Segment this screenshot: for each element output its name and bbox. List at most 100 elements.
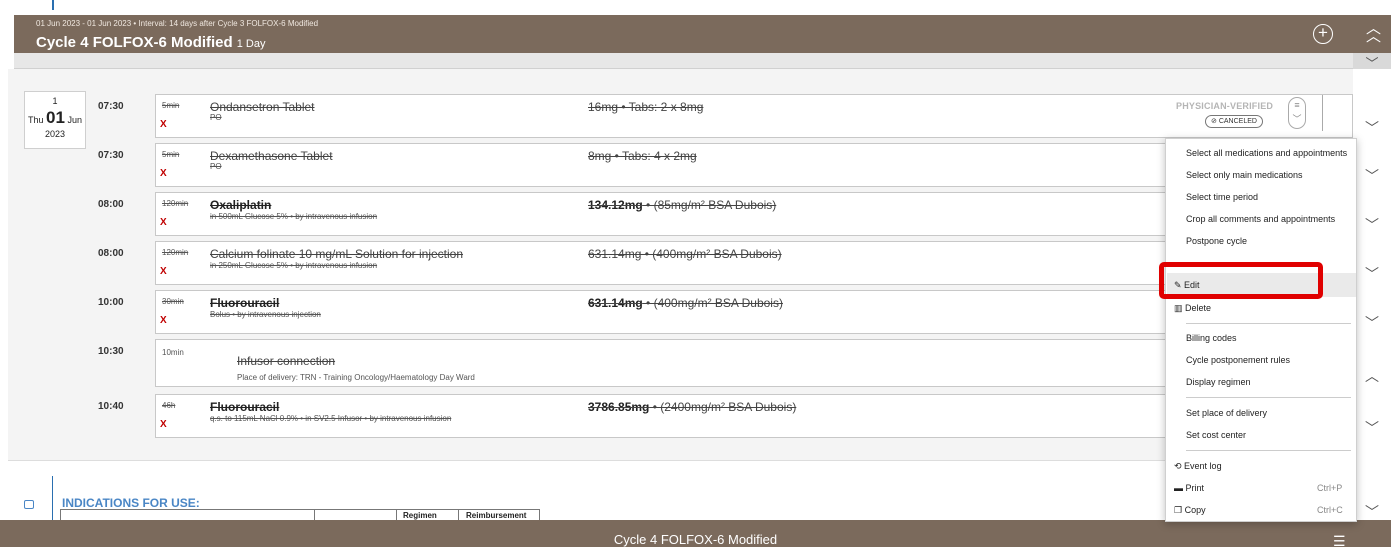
medication-route: in 500mL Glucose 5% • by intravenous inf… [210,212,378,221]
row-duration: 30min [162,297,184,306]
row-duration: 46h [162,401,176,410]
menu-item-copy[interactable]: ❐ Copy Ctrl+C [1174,505,1343,516]
add-icon[interactable]: + [1313,24,1333,44]
day-date: Thu 01 Jun [28,108,82,127]
place-of-delivery: Place of delivery: TRN - Training Oncolo… [237,373,475,382]
medication-dose: 631.14mg • (400mg/m² BSA Dubois) [588,296,783,310]
day-year: 2023 [44,129,66,139]
cycle-subtitle: 01 Jun 2023 - 01 Jun 2023 • Interval: 14… [36,19,319,28]
medication-dose: 8mg • Tabs: 4 x 2mg [588,149,697,163]
document-icon[interactable]: ≡ ﹀ [1288,97,1306,129]
menu-divider [1186,397,1351,398]
medication-name: Fluorouracil [210,296,280,310]
print-shortcut: Ctrl+P [1317,483,1343,493]
chevron-down-icon[interactable]: ﹀ [1353,313,1391,333]
cycle-subheader [14,53,1353,69]
chevron-down-icon[interactable]: ﹀ [1353,118,1391,138]
expand-day-button[interactable]: ﹀ [1353,53,1391,71]
list-menu-icon[interactable]: ☰ [1333,533,1346,547]
menu-item-crop-comments[interactable]: Crop all comments and appointments [1186,214,1335,224]
chevron-down-icon[interactable]: ﹀ [1353,215,1391,235]
medication-route: in 250mL Glucose 5% • by intravenous inf… [210,261,378,270]
menu-item-set-place[interactable]: Set place of delivery [1186,408,1267,418]
menu-item-select-all[interactable]: Select all medications and appointments [1186,148,1347,158]
table-header-regimen: Regimen [403,511,437,520]
row-duration: 5min [162,150,180,159]
footer-title: Cycle 4 FOLFOX-6 Modified [613,532,778,547]
menu-item-postponement-rules[interactable]: Cycle postponement rules [1186,355,1290,365]
chevron-down-icon[interactable]: ﹀ [1353,166,1391,186]
physician-verified-label: PHYSICIAN-VERIFIED [1176,101,1274,111]
medication-name: Calcium folinate 10 mg/mL Solution for i… [210,247,464,261]
canceled-mark: X [160,266,167,277]
menu-divider [1186,450,1351,451]
copy-shortcut: Ctrl+C [1317,505,1343,515]
row-duration: 120min [162,199,189,208]
chevron-down-icon[interactable]: ﹀ [1353,264,1391,284]
medication-name: Dexamethasone Tablet [210,149,333,163]
row-time: 08:00 [98,199,124,210]
canceled-mark: X [160,168,167,179]
timeline-line [52,476,53,520]
canceled-mark: X [160,315,167,326]
menu-item-postpone-cycle[interactable]: Postpone cycle [1186,236,1247,246]
medication-dose: 134.12mg • (85mg/m² BSA Dubois) [588,198,777,212]
highlight-annotation [1159,262,1323,299]
row-duration: 120min [162,248,189,257]
medication-name: Ondansetron Tablet [210,100,315,114]
divider [1322,95,1323,131]
row-time: 10:30 [98,346,124,357]
event-log-icon: ⟲ [1174,461,1185,471]
medication-dose: 631.14mg • (400mg/m² BSA Dubois) [588,247,782,261]
row-duration: 5min [162,101,180,110]
row-time: 08:00 [98,248,124,259]
day-number: 1 [52,96,58,106]
cycle-days: 1 Day [236,38,266,50]
table-header-reimbursement: Reimbursement [466,511,527,520]
context-menu: Select all medications and appointments … [1165,138,1357,522]
canceled-badge: ⊘ CANCELED [1205,115,1263,128]
medication-route: q.s. to 115mL NaCl 0.9% • in SV2.5 Infus… [210,414,452,423]
medication-name: Oxaliplatin [210,198,272,212]
indications-label: INDICATIONS FOR USE: [62,496,200,510]
chevron-up-icon[interactable]: ︿ [1353,366,1391,386]
timeline-marker [52,0,54,10]
day-date-box: 1 Thu 01 Jun 2023 [24,91,86,149]
medication-dose: 3786.85mg • (2400mg/m² BSA Dubois) [588,400,797,414]
cycle-header[interactable]: 01 Jun 2023 - 01 Jun 2023 • Interval: 14… [14,15,1353,53]
comment-icon [24,500,34,509]
canceled-mark: X [160,217,167,228]
double-chevron-up-icon[interactable]: ︿ ︿ [1366,21,1381,44]
menu-item-delete[interactable]: ▥ Delete [1174,303,1211,314]
cycle-title: Cycle 4 FOLFOX-6 Modified 1 Day [36,34,266,51]
indications-table: Regimen Reimbursement [60,509,540,521]
chevron-down-icon[interactable]: ﹀ [1353,502,1391,522]
medication-dose: 16mg • Tabs: 2 x 8mg [588,100,704,114]
menu-item-print[interactable]: ▬ Print Ctrl+P [1174,483,1342,493]
row-duration: 10min [162,348,184,357]
menu-item-event-log[interactable]: ⟲ Event log [1174,461,1222,472]
printer-icon: ▬ [1174,483,1186,493]
menu-item-set-cost-center[interactable]: Set cost center [1186,430,1246,440]
menu-divider [1186,323,1351,324]
row-time: 10:40 [98,401,124,412]
menu-item-select-time-period[interactable]: Select time period [1186,192,1258,202]
medication-row[interactable]: 5min X Ondansetron Tablet PO 16mg • Tabs… [155,94,1353,138]
canceled-mark: X [160,119,167,130]
menu-item-display-regimen[interactable]: Display regimen [1186,377,1251,387]
chevron-down-icon: ﹀ [1365,56,1379,71]
medication-route: PO [210,113,222,122]
medication-route: PO [210,162,222,171]
row-time: 07:30 [98,150,124,161]
canceled-mark: X [160,419,167,430]
row-time: 07:30 [98,101,124,112]
medication-name: Fluorouracil [210,400,280,414]
copy-icon: ❐ [1174,505,1185,515]
menu-item-select-main[interactable]: Select only main medications [1186,170,1303,180]
medication-route: Bolus • by intravenous injection [210,310,321,319]
menu-item-billing-codes[interactable]: Billing codes [1186,333,1237,343]
appointment-name: Infusor connection [237,354,336,368]
chevron-down-icon[interactable]: ﹀ [1353,418,1391,438]
row-time: 10:00 [98,297,124,308]
trash-icon: ▥ [1174,303,1186,313]
